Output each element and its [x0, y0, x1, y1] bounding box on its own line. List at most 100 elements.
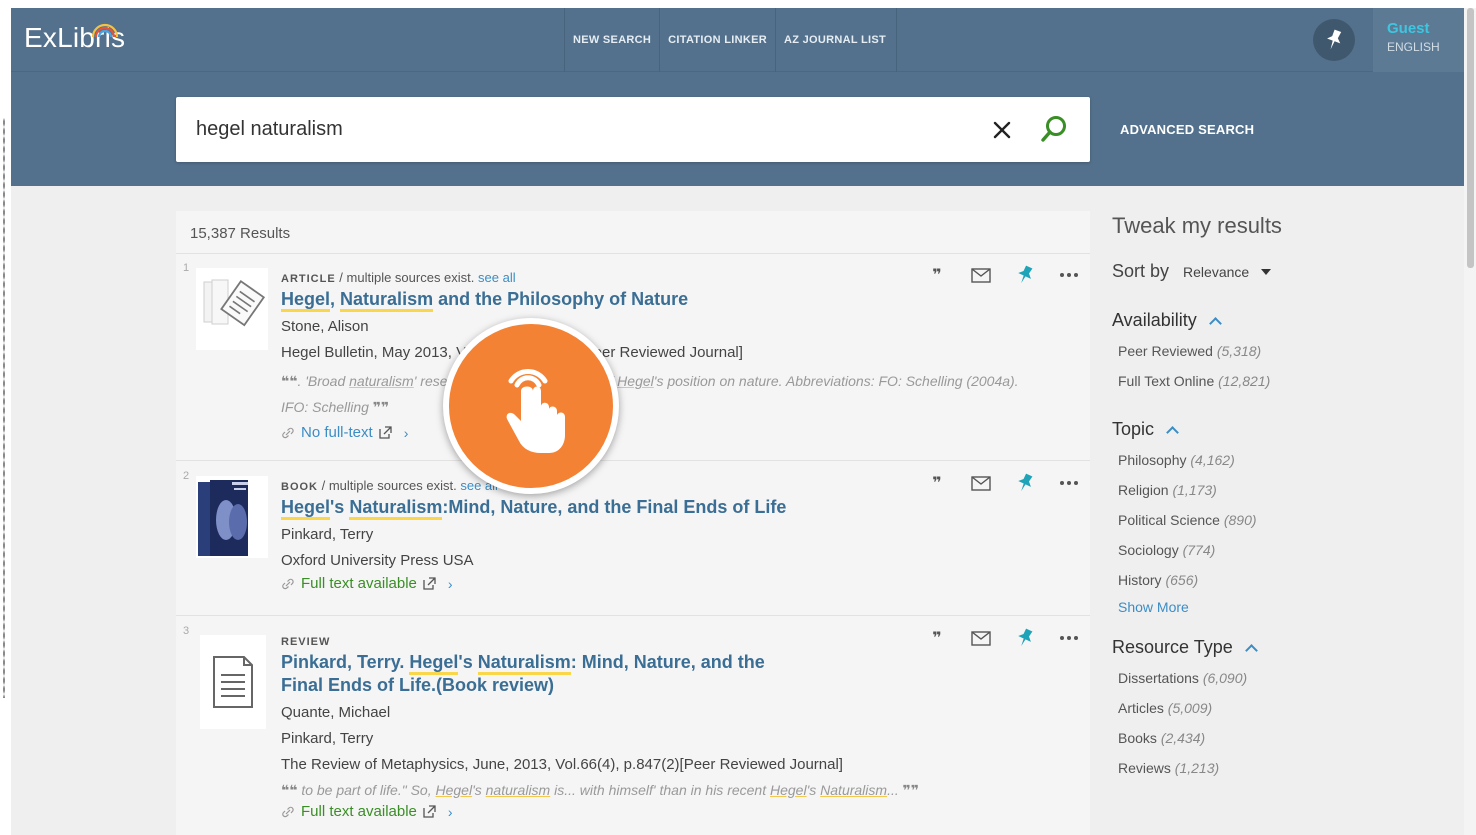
tweak-title: Tweak my results [1112, 213, 1282, 238]
sort-select[interactable]: Relevance [1183, 264, 1249, 280]
review-thumbnail [200, 635, 266, 729]
facet-item[interactable]: Philosophy (4,162) [1118, 450, 1452, 470]
external-link-icon [423, 805, 436, 818]
citation-button[interactable]: ❞ [926, 627, 948, 649]
multiple-sources-text: / multiple sources exist. [321, 478, 457, 493]
advanced-search-link[interactable]: ADVANCED SEARCH [1120, 122, 1254, 137]
facet-item[interactable]: Articles (5,009) [1118, 698, 1452, 718]
more-actions-button[interactable] [1058, 627, 1080, 649]
citation-button[interactable]: ❞ [926, 472, 948, 494]
result-title[interactable]: Hegel, Naturalism and the Philosophy of … [281, 288, 1041, 312]
facet-item[interactable]: Books (2,434) [1118, 728, 1452, 748]
search-icon [1041, 116, 1066, 142]
logo-arc-icon [91, 23, 119, 38]
nav-az-journal-list[interactable]: AZ JOURNAL LIST [774, 8, 898, 72]
citation-button[interactable]: ❞ [926, 264, 948, 286]
book-cover-image [196, 476, 268, 558]
nav-new-search[interactable]: NEW SEARCH [564, 8, 659, 72]
result-item[interactable]: 1 ARTICLE / multiple sources exist. see … [176, 254, 1090, 461]
email-button[interactable] [970, 627, 992, 649]
snippet-highlight: naturalism [349, 373, 414, 389]
result-body: REVIEW Pinkard, Terry. Hegel's Naturalis… [281, 633, 1041, 820]
result-source: Oxford University Press USA [281, 552, 474, 569]
availability-status[interactable]: Full text available › [281, 803, 1041, 820]
facet-count: (774) [1182, 542, 1216, 558]
facet-label: Sociology [1118, 542, 1179, 558]
open-quote-icon: ❝❝ [281, 782, 298, 798]
snippet-text: to be part of life." So, [297, 782, 436, 798]
email-button[interactable] [970, 472, 992, 494]
page-scrollbar[interactable] [1464, 8, 1476, 835]
title-text: :Mind, Nature, and the Final Ends of Lif… [442, 497, 787, 517]
pin-button[interactable] [1014, 627, 1036, 649]
result-title[interactable]: Pinkard, Terry. Hegel's Naturalism: Mind… [281, 651, 811, 697]
book-cover [196, 476, 268, 558]
result-item[interactable]: 2 BOOK / multiple sources exist. see all [176, 462, 1090, 616]
sort-label: Sort by [1112, 261, 1170, 281]
more-actions-button[interactable] [1058, 472, 1080, 494]
top-bar: ExLibris NEW SEARCH CITATION LINKER AZ J… [11, 8, 1464, 72]
result-title[interactable]: Hegel's Naturalism:Mind, Nature, and the… [281, 496, 1041, 520]
result-actions: ❞ [926, 472, 1080, 494]
availability-status[interactable]: Full text available › [281, 575, 1041, 592]
facet-label: Philosophy [1118, 452, 1187, 468]
nav-citation-linker[interactable]: CITATION LINKER [659, 8, 775, 72]
facet-item[interactable]: Religion (1,173) [1118, 480, 1452, 500]
quote-icon: ❞ [932, 475, 942, 492]
email-button[interactable] [970, 264, 992, 286]
facet-label: Dissertations [1118, 670, 1199, 686]
facet-title[interactable]: Availability [1112, 310, 1452, 331]
header: ExLibris NEW SEARCH CITATION LINKER AZ J… [11, 8, 1464, 186]
title-highlight: Naturalism [349, 497, 443, 520]
see-all-link[interactable]: see all [478, 270, 516, 285]
snippet-highlight: naturalism [485, 782, 551, 798]
facet-item[interactable]: History (656) [1118, 570, 1452, 590]
result-author-2: Pinkard, Terry [281, 730, 374, 747]
facet-count: (4,162) [1190, 452, 1235, 468]
scrollbar-thumb[interactable] [1467, 8, 1474, 268]
link-icon [282, 578, 294, 589]
facet-title[interactable]: Resource Type [1112, 637, 1452, 658]
tap-indicator [443, 318, 619, 494]
facet-item[interactable]: Sociology (774) [1118, 540, 1452, 560]
result-snippet: ❝❝ to be part of life." So, Hegel's natu… [281, 777, 1041, 803]
facet-item[interactable]: Peer Reviewed (5,318) [1118, 341, 1452, 361]
facet-item[interactable]: Dissertations (6,090) [1118, 668, 1452, 688]
facet-item[interactable]: Political Science (890) [1118, 510, 1452, 530]
results-count: 15,387 Results [190, 225, 291, 242]
facet-item[interactable]: Full Text Online (12,821) [1118, 371, 1452, 391]
user-menu[interactable]: Guest ENGLISH [1373, 8, 1464, 72]
search-button[interactable] [1038, 113, 1070, 145]
facet-count: (12,821) [1218, 373, 1271, 389]
logo[interactable]: ExLibris [24, 22, 125, 62]
result-author: Stone, Alison [281, 318, 369, 335]
availability-status[interactable]: No full-text › [281, 424, 1041, 441]
result-source: The Review of Metaphysics, June, 2013, V… [281, 756, 843, 773]
left-margin [0, 0, 11, 835]
title-highlight: Hegel [409, 652, 459, 675]
availability-label: Full text available [301, 575, 417, 592]
result-item[interactable]: 3 REVIEW Pinkard, Terry. Hegel's Natural… [176, 617, 1090, 835]
facet-label: Peer Reviewed [1118, 343, 1213, 359]
pin-icon [1327, 29, 1342, 50]
pin-button[interactable] [1014, 472, 1036, 494]
title-highlight: Naturalism [477, 652, 571, 675]
close-icon [993, 121, 1011, 139]
facet-item[interactable]: Reviews (1,213) [1118, 758, 1452, 778]
facet-title[interactable]: Topic [1112, 419, 1452, 440]
facet-label: Religion [1118, 482, 1169, 498]
chevron-right-icon: › [447, 803, 453, 820]
result-author: Quante, Michael [281, 704, 391, 721]
title-text: and the Philosophy of Nature [433, 289, 689, 309]
search-input[interactable] [196, 97, 956, 162]
show-more-link[interactable]: Show More [1118, 599, 1452, 615]
snippet-text: 's [806, 782, 821, 798]
more-actions-button[interactable] [1058, 264, 1080, 286]
my-favorites-button[interactable] [1313, 19, 1355, 61]
result-number: 1 [183, 262, 190, 274]
tap-hand-icon [506, 369, 565, 453]
clear-search-button[interactable] [989, 117, 1015, 143]
pin-button[interactable] [1014, 264, 1036, 286]
facet-label: Reviews [1118, 760, 1171, 776]
caret-down-icon[interactable] [1261, 268, 1272, 275]
